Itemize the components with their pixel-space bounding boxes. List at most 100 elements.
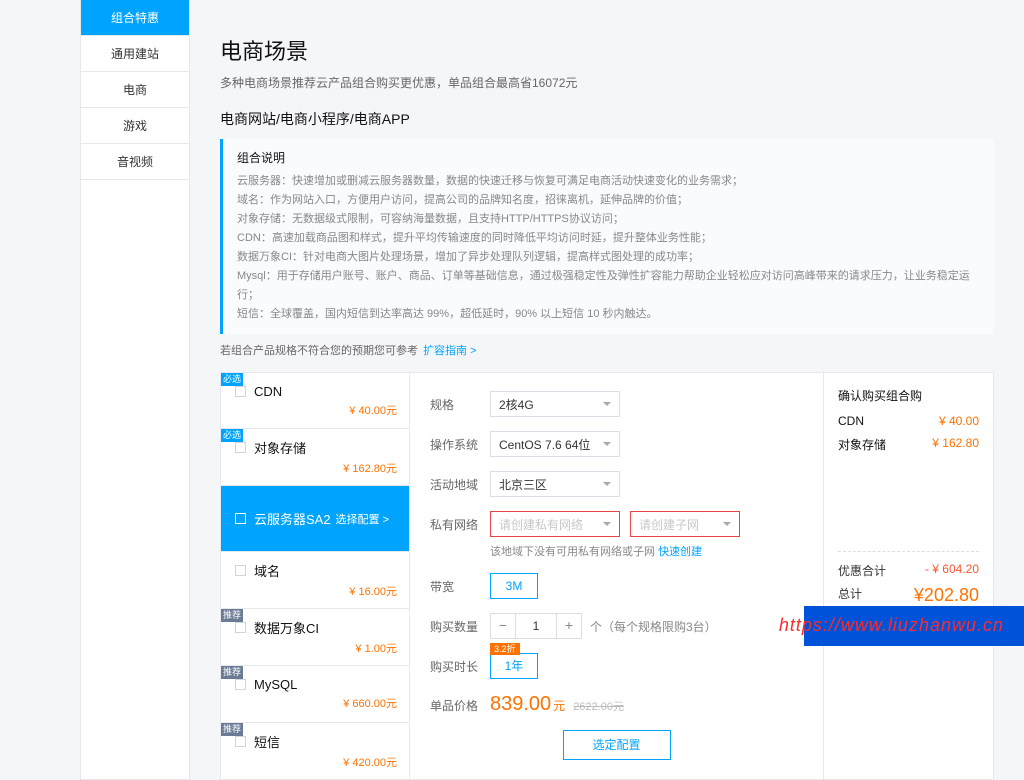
description-title: 组合说明 <box>237 149 980 166</box>
corner-banner <box>804 606 1024 646</box>
vpc-select[interactable]: 请创建私有网络 <box>490 511 620 537</box>
product-name: CDN <box>254 384 397 399</box>
region-select[interactable]: 北京三区 <box>490 471 620 497</box>
bandwidth-value[interactable]: 3M <box>490 573 538 599</box>
quick-create-link[interactable]: 快速创建 <box>658 546 702 558</box>
chevron-down-icon <box>723 522 731 530</box>
product-name: MySQL <box>254 677 397 692</box>
checkbox-icon[interactable] <box>235 622 246 633</box>
vpc-hint-text: 该地域下没有可用私有网络或子网 <box>490 546 655 558</box>
chevron-down-icon <box>603 522 611 530</box>
checkbox-icon[interactable] <box>235 736 246 747</box>
product-name: 数据万象CI <box>254 618 397 637</box>
spec-label: 规格 <box>430 396 490 413</box>
desc-line: 数据万象CI：针对电商大图片处理场景，增加了异步处理队列逻辑，提高样式图处理的成… <box>237 248 980 267</box>
sidenav-item-general[interactable]: 通用建站 <box>81 36 189 72</box>
summary-item-name: 对象存储 <box>838 436 886 453</box>
desc-line: CDN：高速加载商品图和样式，提升平均传输速度的同时降低平均访问时延，提升整体业… <box>237 229 980 248</box>
product-panel: 必选 CDN ¥ 40.00元 必选 对象存储 ¥ 162.80元 云服务器SA… <box>220 372 994 780</box>
total-value: ¥202.80 <box>914 585 979 606</box>
product-card-cvm[interactable]: 云服务器SA2 选择配置 > <box>220 486 410 552</box>
subnet-placeholder: 请创建子网 <box>639 516 699 533</box>
product-list: 必选 CDN ¥ 40.00元 必选 对象存储 ¥ 162.80元 云服务器SA… <box>220 372 410 780</box>
os-select[interactable]: CentOS 7.6 64位 <box>490 431 620 457</box>
product-tag-required: 必选 <box>221 429 243 442</box>
quantity-stepper: − 1 + 个（每个规格限购3台） <box>490 613 717 639</box>
desc-line: 域名：作为网站入口，方便用户访问，提高公司的品牌知名度，招徕离机，延伸品牌的价值… <box>237 191 980 210</box>
discount-badge: 3.2折 <box>490 643 520 655</box>
summary-item-price: ¥ 40.00 <box>939 414 979 428</box>
plus-button[interactable]: + <box>556 613 582 639</box>
discount-value: - ¥ 604.20 <box>925 562 979 579</box>
quantity-suffix: 个（每个规格限购3台） <box>590 618 717 635</box>
desc-line: Mysql：用于存储用户账号、账户、商品、订单等基础信息，通过极强稳定性及弹性扩… <box>237 267 980 305</box>
product-price: ¥ 162.80元 <box>235 460 397 476</box>
sidenav-item-game[interactable]: 游戏 <box>81 108 189 144</box>
product-card-mysql[interactable]: 推荐 MySQL ¥ 660.00元 <box>220 666 410 723</box>
region-value: 北京三区 <box>499 476 547 493</box>
desc-line: 对象存储：无数据级式限制，可容纳海量数据，且支持HTTP/HTTPS协议访问； <box>237 210 980 229</box>
unit-price-label: 单品价格 <box>430 697 490 714</box>
sidenav-item-ecommerce[interactable]: 电商 <box>81 72 189 108</box>
product-card-ci[interactable]: 推荐 数据万象CI ¥ 1.00元 <box>220 609 410 666</box>
product-price: ¥ 1.00元 <box>235 640 397 656</box>
os-label: 操作系统 <box>430 436 490 453</box>
main-content: 电商场景 多种电商场景推荐云产品组合购买更优惠，单品组合最高省16072元 电商… <box>190 0 1024 780</box>
desc-line: 短信：全球覆盖，国内短信到达率高达 99%，超低延时，90% 以上短信 10 秒… <box>237 305 980 324</box>
chevron-down-icon <box>603 402 611 410</box>
os-value: CentOS 7.6 64位 <box>499 436 590 453</box>
page-subtitle: 多种电商场景推荐云产品组合购买更优惠，单品组合最高省16072元 <box>220 74 994 91</box>
config-form: 规格 2核4G 操作系统 CentOS 7.6 64位 活动地域 北京三区 私有… <box>410 372 824 780</box>
checkbox-icon[interactable] <box>235 442 246 453</box>
product-tag-recommend: 推荐 <box>221 609 243 622</box>
tip-text: 若组合产品规格不符合您的预期您可参考 扩容指南 > <box>220 342 994 358</box>
original-price: 2622.00元 <box>573 698 624 714</box>
order-summary: 确认购买组合购 CDN¥ 40.00 对象存储¥ 162.80 优惠合计- ¥ … <box>824 372 994 780</box>
minus-button[interactable]: − <box>490 613 516 639</box>
discount-label: 优惠合计 <box>838 562 886 579</box>
checkbox-icon[interactable] <box>235 679 246 690</box>
chevron-down-icon <box>603 442 611 450</box>
duration-option[interactable]: 3.2折 1年 <box>490 653 538 679</box>
checkbox-icon[interactable] <box>235 513 246 524</box>
sidenav-item-media[interactable]: 音视频 <box>81 144 189 180</box>
description-box: 组合说明 云服务器：快速增加或删减云服务器数量，数据的快速迁移与恢复可满足电商活… <box>220 139 994 334</box>
select-config-label: 选择配置 > <box>336 511 389 527</box>
duration-label: 购买时长 <box>430 658 490 675</box>
confirm-config-button[interactable]: 选定配置 <box>563 730 671 760</box>
sidenav-item-combo[interactable]: 组合特惠 <box>81 0 189 36</box>
product-name: 域名 <box>254 561 397 580</box>
summary-item-name: CDN <box>838 414 864 428</box>
bandwidth-label: 带宽 <box>430 578 490 595</box>
spec-value: 2核4G <box>499 396 534 413</box>
product-tag-recommend: 推荐 <box>221 666 243 679</box>
product-card-cos[interactable]: 必选 对象存储 ¥ 162.80元 <box>220 429 410 486</box>
vpc-label: 私有网络 <box>430 516 490 533</box>
quantity-label: 购买数量 <box>430 618 490 635</box>
expand-guide-link[interactable]: 扩容指南 > <box>423 345 476 357</box>
tip-label: 若组合产品规格不符合您的预期您可参考 <box>220 345 418 357</box>
checkbox-icon[interactable] <box>235 386 246 397</box>
vpc-placeholder: 请创建私有网络 <box>499 516 583 533</box>
summary-item-price: ¥ 162.80 <box>932 436 979 453</box>
product-tag-recommend: 推荐 <box>221 723 243 736</box>
product-price: ¥ 40.00元 <box>235 402 397 418</box>
side-nav: 组合特惠 通用建站 电商 游戏 音视频 <box>80 0 190 780</box>
region-label: 活动地域 <box>430 476 490 493</box>
desc-line: 云服务器：快速增加或删减云服务器数量，数据的快速迁移与恢复可满足电商活动快速变化… <box>237 172 980 191</box>
unit-price-unit: 元 <box>553 697 565 714</box>
divider <box>838 551 979 552</box>
spec-select[interactable]: 2核4G <box>490 391 620 417</box>
product-price: ¥ 16.00元 <box>235 583 397 599</box>
total-label: 总计 <box>838 585 862 606</box>
product-card-domain[interactable]: 域名 ¥ 16.00元 <box>220 552 410 609</box>
product-card-cdn[interactable]: 必选 CDN ¥ 40.00元 <box>220 372 410 429</box>
product-card-sms[interactable]: 推荐 短信 ¥ 420.00元 <box>220 723 410 780</box>
subnet-select[interactable]: 请创建子网 <box>630 511 740 537</box>
quantity-value[interactable]: 1 <box>516 613 556 639</box>
chevron-down-icon <box>603 482 611 490</box>
checkbox-icon[interactable] <box>235 565 246 576</box>
section-heading: 电商网站/电商小程序/电商APP <box>220 109 994 129</box>
product-tag-required: 必选 <box>221 373 243 386</box>
product-price: ¥ 660.00元 <box>235 695 397 711</box>
